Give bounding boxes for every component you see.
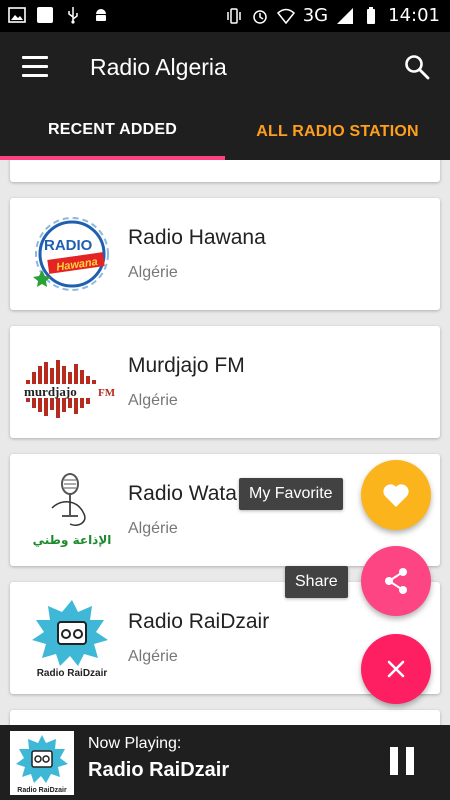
station-card-partial[interactable]	[10, 160, 440, 182]
station-logo: murdjajo FM	[22, 360, 122, 418]
signal-icon	[337, 7, 354, 24]
android-icon	[96, 9, 106, 21]
station-logo: RADIO Hawana	[33, 217, 109, 291]
share-label: Share	[285, 566, 348, 598]
heart-icon	[383, 484, 409, 507]
now-playing-logo: Radio RaiDzair	[10, 731, 74, 795]
station-logo: Radio RaiDzair	[32, 600, 108, 678]
station-country: Algérie	[128, 392, 178, 409]
clock: 14:01	[388, 5, 440, 26]
svg-text:Radio RaiDzair: Radio RaiDzair	[17, 787, 67, 794]
usb-icon	[68, 7, 78, 24]
station-card[interactable]: RADIO Hawana Radio Hawana Algérie	[10, 198, 440, 310]
station-country: Algérie	[128, 264, 178, 281]
favorite-label: My Favorite	[239, 478, 343, 510]
svg-text:murdjajo: murdjajo	[24, 384, 77, 399]
tab-recent-added[interactable]: RECENT ADDED	[0, 104, 225, 160]
station-name: Radio Wata	[128, 482, 237, 505]
pause-icon[interactable]	[388, 747, 416, 777]
station-logo: الإذاعة وطني	[33, 473, 112, 548]
svg-text:الإذاعة وطني: الإذاعة وطني	[33, 533, 112, 548]
wifi-icon	[276, 8, 295, 24]
close-menu-button[interactable]	[361, 634, 431, 704]
status-bar: 3G 14:01	[0, 0, 450, 32]
station-name: Radio Hawana	[128, 226, 266, 249]
app-title: Radio Algeria	[90, 54, 227, 80]
station-name: Radio RaiDzair	[128, 610, 270, 633]
alarm-icon	[252, 9, 267, 24]
share-button[interactable]	[361, 546, 431, 616]
tab-all-radio-station[interactable]: ALL RADIO STATION	[225, 104, 450, 160]
vibrate-icon	[226, 7, 241, 24]
svg-text:RADIO: RADIO	[44, 237, 93, 254]
network-type: 3G	[302, 5, 329, 26]
station-card-partial[interactable]	[10, 710, 440, 725]
app-bar: Radio Algeria	[0, 32, 450, 104]
image-icon	[8, 7, 26, 23]
close-icon	[387, 660, 405, 678]
battery-icon	[367, 6, 376, 24]
station-country: Algérie	[128, 520, 178, 537]
station-card[interactable]: murdjajo FM Murdjajo FM Algérie	[10, 326, 440, 438]
menu-icon[interactable]	[22, 56, 48, 78]
svg-text:Radio RaiDzair: Radio RaiDzair	[37, 668, 108, 678]
station-country: Algérie	[128, 648, 178, 665]
favorite-button[interactable]	[361, 460, 431, 530]
now-playing-bar[interactable]: Radio RaiDzair Now Playing: Radio RaiDza…	[0, 725, 450, 800]
now-playing-station: Radio RaiDzair	[88, 759, 230, 781]
tab-bar: RECENT ADDED ALL RADIO STATION	[0, 104, 450, 160]
search-icon[interactable]	[402, 52, 432, 82]
station-name: Murdjajo FM	[128, 354, 245, 377]
blank-square-icon	[37, 7, 53, 23]
share-icon	[385, 568, 407, 594]
svg-text:FM: FM	[98, 387, 116, 399]
now-playing-label: Now Playing:	[88, 735, 182, 752]
